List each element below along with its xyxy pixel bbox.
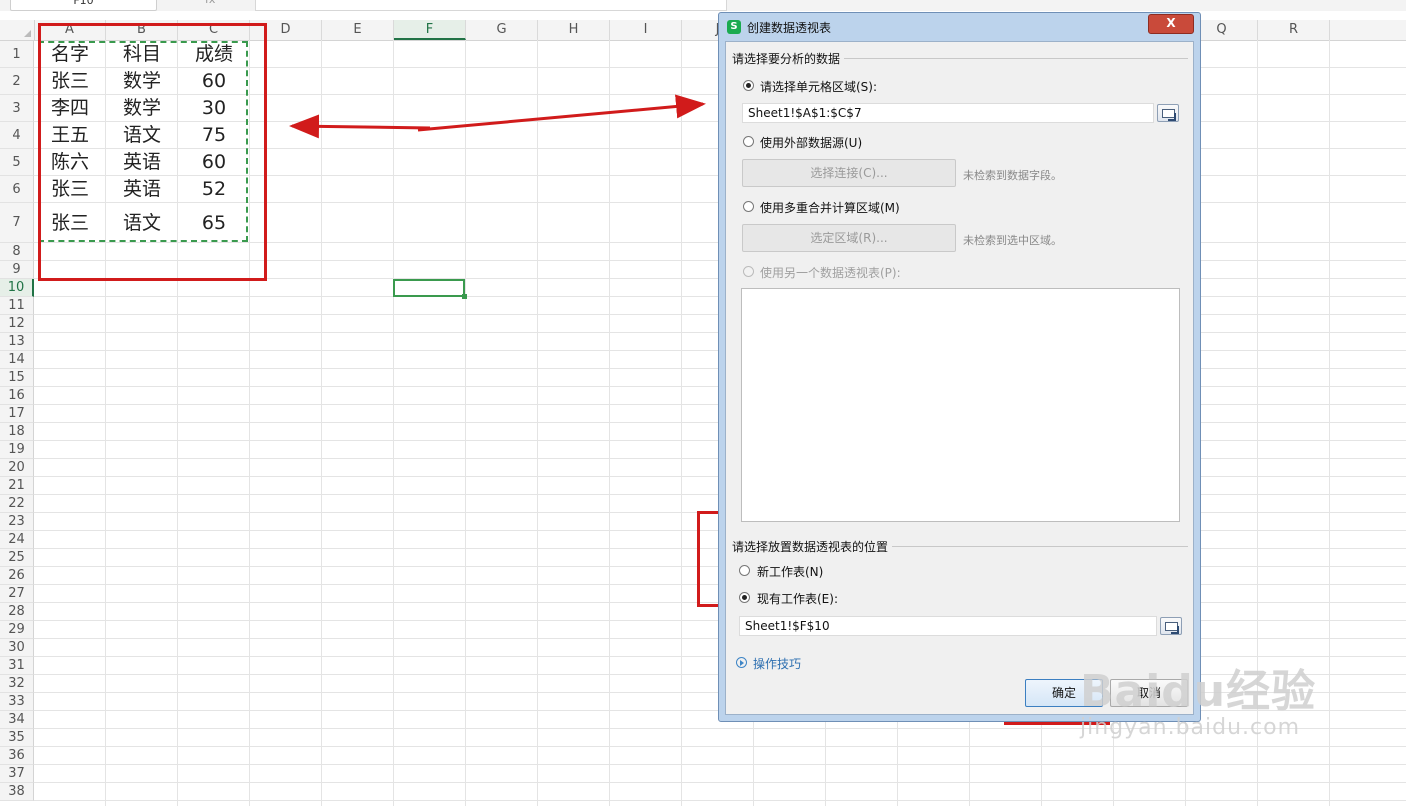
row-header[interactable]: 11 xyxy=(0,297,34,315)
label-other-pivot: 使用另一个数据透视表(P): xyxy=(760,266,901,280)
annotation-box-table xyxy=(38,23,267,281)
dialog-title: 创建数据透视表 xyxy=(747,21,832,35)
fx-icon[interactable]: fx xyxy=(205,0,215,6)
column-header[interactable]: I xyxy=(610,20,682,40)
row-header[interactable]: 27 xyxy=(0,585,34,603)
row-header[interactable]: 28 xyxy=(0,603,34,621)
name-box[interactable]: F10 xyxy=(10,0,157,11)
app-icon: S xyxy=(727,20,741,34)
dialog-titlebar[interactable]: S 创建数据透视表 X xyxy=(719,13,1200,40)
section-place-title: 请选择放置数据透视表的位置 xyxy=(732,538,893,555)
row-header[interactable]: 31 xyxy=(0,657,34,675)
radio-other-pivot[interactable] xyxy=(743,266,754,277)
arrow-right xyxy=(417,94,706,132)
column-gridline xyxy=(393,40,394,806)
column-gridline xyxy=(681,40,682,806)
formula-input[interactable] xyxy=(255,0,727,11)
watermark-url: jingyan.baidu.com xyxy=(1080,715,1301,740)
column-header[interactable]: G xyxy=(466,20,538,40)
arrow-left xyxy=(289,114,431,139)
row-gridline xyxy=(34,782,1406,783)
row-header[interactable]: 30 xyxy=(0,639,34,657)
label-existing-sheet: 现有工作表(E): xyxy=(757,592,838,606)
row-header[interactable]: 14 xyxy=(0,351,34,369)
row-header[interactable]: 2 xyxy=(0,68,34,95)
row-header[interactable]: 21 xyxy=(0,477,34,495)
row-header[interactable]: 29 xyxy=(0,621,34,639)
row-header[interactable]: 24 xyxy=(0,531,34,549)
row-header[interactable]: 34 xyxy=(0,711,34,729)
row-header[interactable]: 38 xyxy=(0,783,34,801)
row-header[interactable]: 25 xyxy=(0,549,34,567)
row-gridline xyxy=(34,746,1406,747)
hint-no-fields: 未检索到数据字段。 xyxy=(963,169,1062,182)
row-header[interactable]: 9 xyxy=(0,261,34,279)
label-multi-consolidation: 使用多重合并计算区域(M) xyxy=(760,201,900,215)
label-cell-range: 请选择单元格区域(S): xyxy=(760,80,878,94)
pivot-list[interactable] xyxy=(741,288,1180,522)
select-all-corner[interactable] xyxy=(0,20,35,40)
row-header[interactable]: 8 xyxy=(0,243,34,261)
row-header[interactable]: 12 xyxy=(0,315,34,333)
row-gridline xyxy=(34,800,1406,801)
row-header[interactable]: 3 xyxy=(0,95,34,122)
section-source-title: 请选择要分析的数据 xyxy=(732,50,845,67)
column-header[interactable]: E xyxy=(322,20,394,40)
range-input[interactable]: Sheet1!$A$1:$C$7 xyxy=(742,103,1154,123)
row-header[interactable]: 15 xyxy=(0,369,34,387)
watermark-brand: Baidu经验 xyxy=(1080,666,1317,717)
row-header[interactable]: 32 xyxy=(0,675,34,693)
row-header[interactable]: 35 xyxy=(0,729,34,747)
row-header[interactable]: 33 xyxy=(0,693,34,711)
radio-cell-range[interactable] xyxy=(743,80,754,91)
column-header[interactable]: F xyxy=(394,20,466,40)
row-header[interactable]: 19 xyxy=(0,441,34,459)
row-header[interactable]: 13 xyxy=(0,333,34,351)
row-header[interactable]: 16 xyxy=(0,387,34,405)
active-cell-f10[interactable] xyxy=(393,279,467,299)
radio-external-source[interactable] xyxy=(743,136,754,147)
row-header[interactable]: 10 xyxy=(0,279,34,297)
formula-bar: F10 fx xyxy=(0,0,1406,11)
label-new-sheet: 新工作表(N) xyxy=(757,565,824,579)
tips-play-icon[interactable] xyxy=(736,657,747,668)
row-header[interactable]: 17 xyxy=(0,405,34,423)
row-header[interactable]: 26 xyxy=(0,567,34,585)
row-header[interactable]: 5 xyxy=(0,149,34,176)
select-connection-button[interactable]: 选择连接(C)... xyxy=(742,159,956,187)
row-header[interactable]: 37 xyxy=(0,765,34,783)
radio-multi-consolidation[interactable] xyxy=(743,201,754,212)
column-gridline xyxy=(465,40,466,806)
column-gridline xyxy=(1329,40,1330,806)
tips-link[interactable]: 操作技巧 xyxy=(753,655,801,672)
radio-new-sheet[interactable] xyxy=(739,565,750,576)
column-gridline xyxy=(537,40,538,806)
row-header[interactable]: 36 xyxy=(0,747,34,765)
row-header[interactable]: 1 xyxy=(0,41,34,68)
column-header[interactable]: H xyxy=(538,20,610,40)
row-header[interactable]: 20 xyxy=(0,459,34,477)
close-button[interactable]: X xyxy=(1148,14,1194,34)
row-header[interactable]: 22 xyxy=(0,495,34,513)
select-region-button[interactable]: 选定区域(R)... xyxy=(742,224,956,252)
range-picker-icon[interactable] xyxy=(1157,104,1179,122)
row-header[interactable]: 4 xyxy=(0,122,34,149)
row-header[interactable]: 7 xyxy=(0,203,34,243)
dialog-body: 请选择要分析的数据 请选择单元格区域(S): Sheet1!$A$1:$C$7 … xyxy=(725,41,1194,715)
row-header[interactable]: 6 xyxy=(0,176,34,203)
radio-existing-sheet[interactable] xyxy=(739,592,750,603)
place-input[interactable]: Sheet1!$F$10 xyxy=(739,616,1157,636)
label-external-source: 使用外部数据源(U) xyxy=(760,136,863,150)
hint-no-region: 未检索到选中区域。 xyxy=(963,234,1062,247)
row-header[interactable]: 23 xyxy=(0,513,34,531)
watermark: Baidu经验 jingyan.baidu.com xyxy=(1080,655,1316,740)
column-gridline xyxy=(609,40,610,806)
column-gridline xyxy=(321,40,322,806)
column-header[interactable]: R xyxy=(1258,20,1330,40)
row-gridline xyxy=(34,764,1406,765)
place-picker-icon[interactable] xyxy=(1160,617,1182,635)
row-header[interactable]: 18 xyxy=(0,423,34,441)
pivot-table-dialog: S 创建数据透视表 X 请选择要分析的数据 请选择单元格区域(S): Sheet… xyxy=(718,12,1201,722)
